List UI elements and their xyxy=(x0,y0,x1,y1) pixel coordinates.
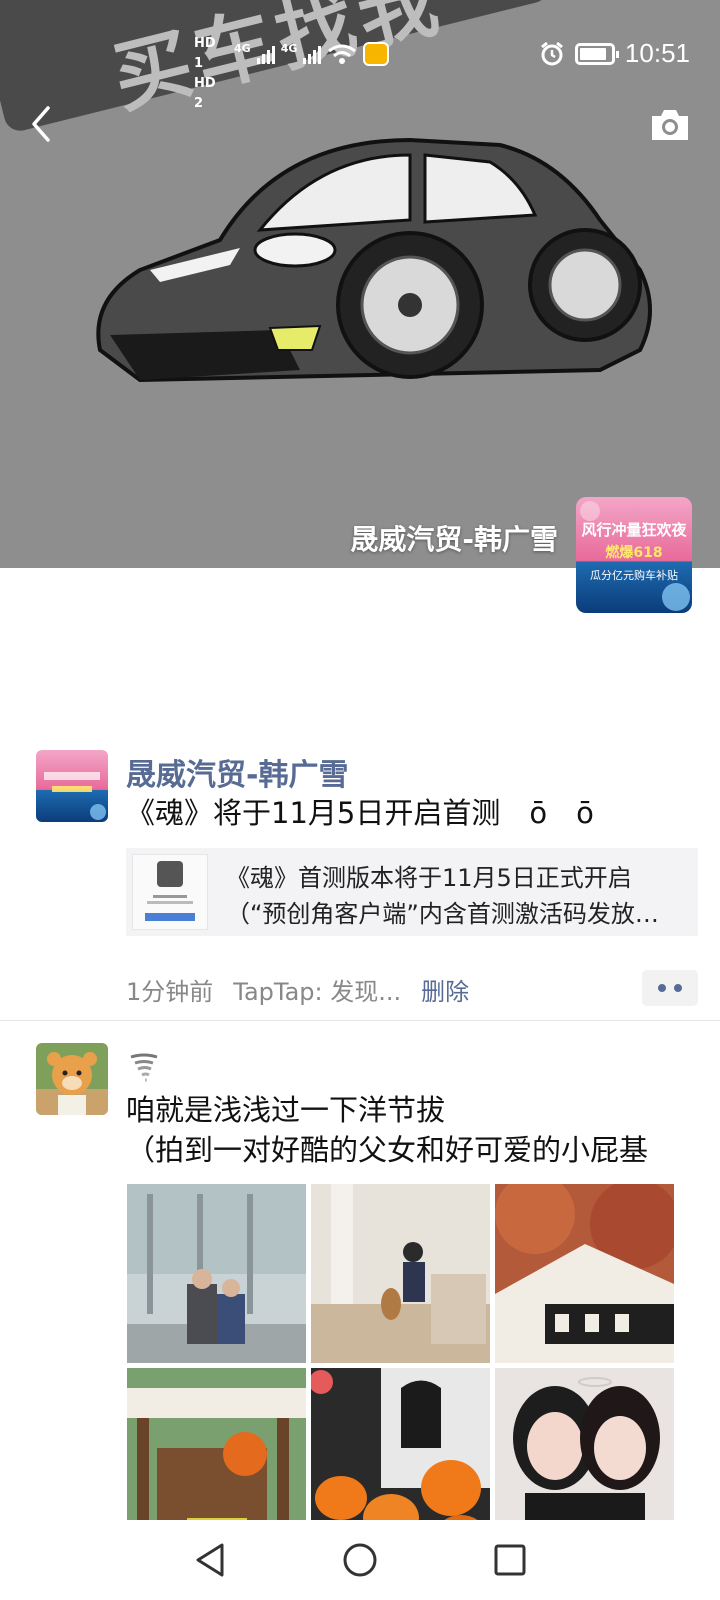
owner-name: 晟威汽贸-韩广雪 xyxy=(350,523,558,556)
post-1-author[interactable]: 晟威汽贸-韩广雪 xyxy=(126,750,348,794)
status-right: 10:51 xyxy=(539,38,690,69)
dot-icon xyxy=(674,984,682,992)
status-bar: HD 1 HD 2 4G 4G 10:51 xyxy=(0,0,720,111)
back-arrow-icon[interactable] xyxy=(20,102,60,146)
photo-thumbnail[interactable] xyxy=(127,1184,306,1363)
owner-avatar-image: 风行冲量狂欢夜 燃爆618 瓜分亿元购车补贴 xyxy=(576,497,692,613)
square-recents-icon xyxy=(494,1544,526,1576)
wifi-icon xyxy=(328,44,357,64)
avatar-badge: 燃爆618 xyxy=(605,544,662,561)
nav-home-button[interactable] xyxy=(335,1535,385,1585)
circle-home-icon xyxy=(343,1543,377,1577)
cover-image[interactable]: 买车找我 HD 1 HD 2 4G 4G 10:51 晟威汽贸-韩广雪 xyxy=(0,0,720,568)
post-1-avatar-image xyxy=(36,750,108,822)
share-line-2: （“预创角客户端”内含首测激活码发放… xyxy=(226,900,659,928)
app-notification-icon xyxy=(363,42,390,66)
post-2-avatar-image xyxy=(36,1043,108,1115)
status-left: HD 1 HD 2 4G 4G xyxy=(194,34,390,111)
game-thumbnail-image xyxy=(133,855,207,929)
nav-back-button[interactable] xyxy=(185,1535,235,1585)
camera-icon[interactable] xyxy=(650,108,690,142)
post-1-time: 1分钟前 xyxy=(126,978,214,1006)
post-2-avatar[interactable] xyxy=(36,1043,108,1115)
signal-1-icon xyxy=(256,44,275,64)
nav-recents-button[interactable] xyxy=(485,1535,535,1585)
network-type-label: 4G xyxy=(234,41,251,55)
photo-mall-walkway xyxy=(127,1184,306,1363)
owner-avatar[interactable]: 风行冲量狂欢夜 燃爆618 瓜分亿元购车补贴 xyxy=(576,497,692,613)
dot-icon xyxy=(658,984,666,992)
tornado-icon xyxy=(130,1053,158,1082)
post-1-avatar[interactable] xyxy=(36,750,108,822)
post-2-text-line-2: （拍到一对好酷的父女和好可爱的小屁基 xyxy=(126,1133,649,1167)
post-divider xyxy=(0,1020,720,1021)
post-2-text-line-1: 咱就是浅浅过一下洋节拔 xyxy=(126,1093,446,1127)
triangle-back-icon xyxy=(196,1543,224,1577)
network-type-label-2: 4G xyxy=(280,41,298,55)
photo-man-with-dog xyxy=(311,1184,490,1363)
car-illustration xyxy=(96,137,652,383)
alarm-icon xyxy=(540,41,563,65)
post-1-share-card[interactable]: 《魂》首测版本将于11月5日正式开启 （“预创角客户端”内含首测激活码发放… xyxy=(126,848,698,936)
post-1-text: 《魂》将于11月5日开启首测 ō ō xyxy=(126,796,594,830)
post-2-photo-grid xyxy=(127,1184,674,1547)
share-thumbnail xyxy=(132,854,208,930)
avatar-caption: 风行冲量狂欢夜 xyxy=(581,521,687,539)
photo-thumbnail[interactable] xyxy=(495,1184,674,1363)
share-card-text: 《魂》首测版本将于11月5日正式开启 （“预创角客户端”内含首测激活码发放… xyxy=(226,860,686,932)
avatar-sub: 瓜分亿元购车补贴 xyxy=(590,568,678,582)
sim-labels: HD 1 HD 2 xyxy=(194,36,216,111)
clock: 10:51 xyxy=(624,38,690,68)
share-line-1: 《魂》首测版本将于11月5日正式开启 xyxy=(226,864,632,892)
signal-2-icon xyxy=(303,44,322,64)
post-1-meta: 1分钟前 TapTap: 发现... 删除 xyxy=(126,972,469,1007)
photo-tent-sign xyxy=(495,1184,674,1363)
photo-thumbnail[interactable] xyxy=(311,1184,490,1363)
battery-icon xyxy=(574,42,619,65)
more-actions-button[interactable] xyxy=(642,970,698,1006)
delete-link[interactable]: 删除 xyxy=(421,972,469,1007)
post-1-source[interactable]: TapTap: 发现... xyxy=(233,972,401,1007)
system-navigation-bar xyxy=(0,1520,720,1600)
